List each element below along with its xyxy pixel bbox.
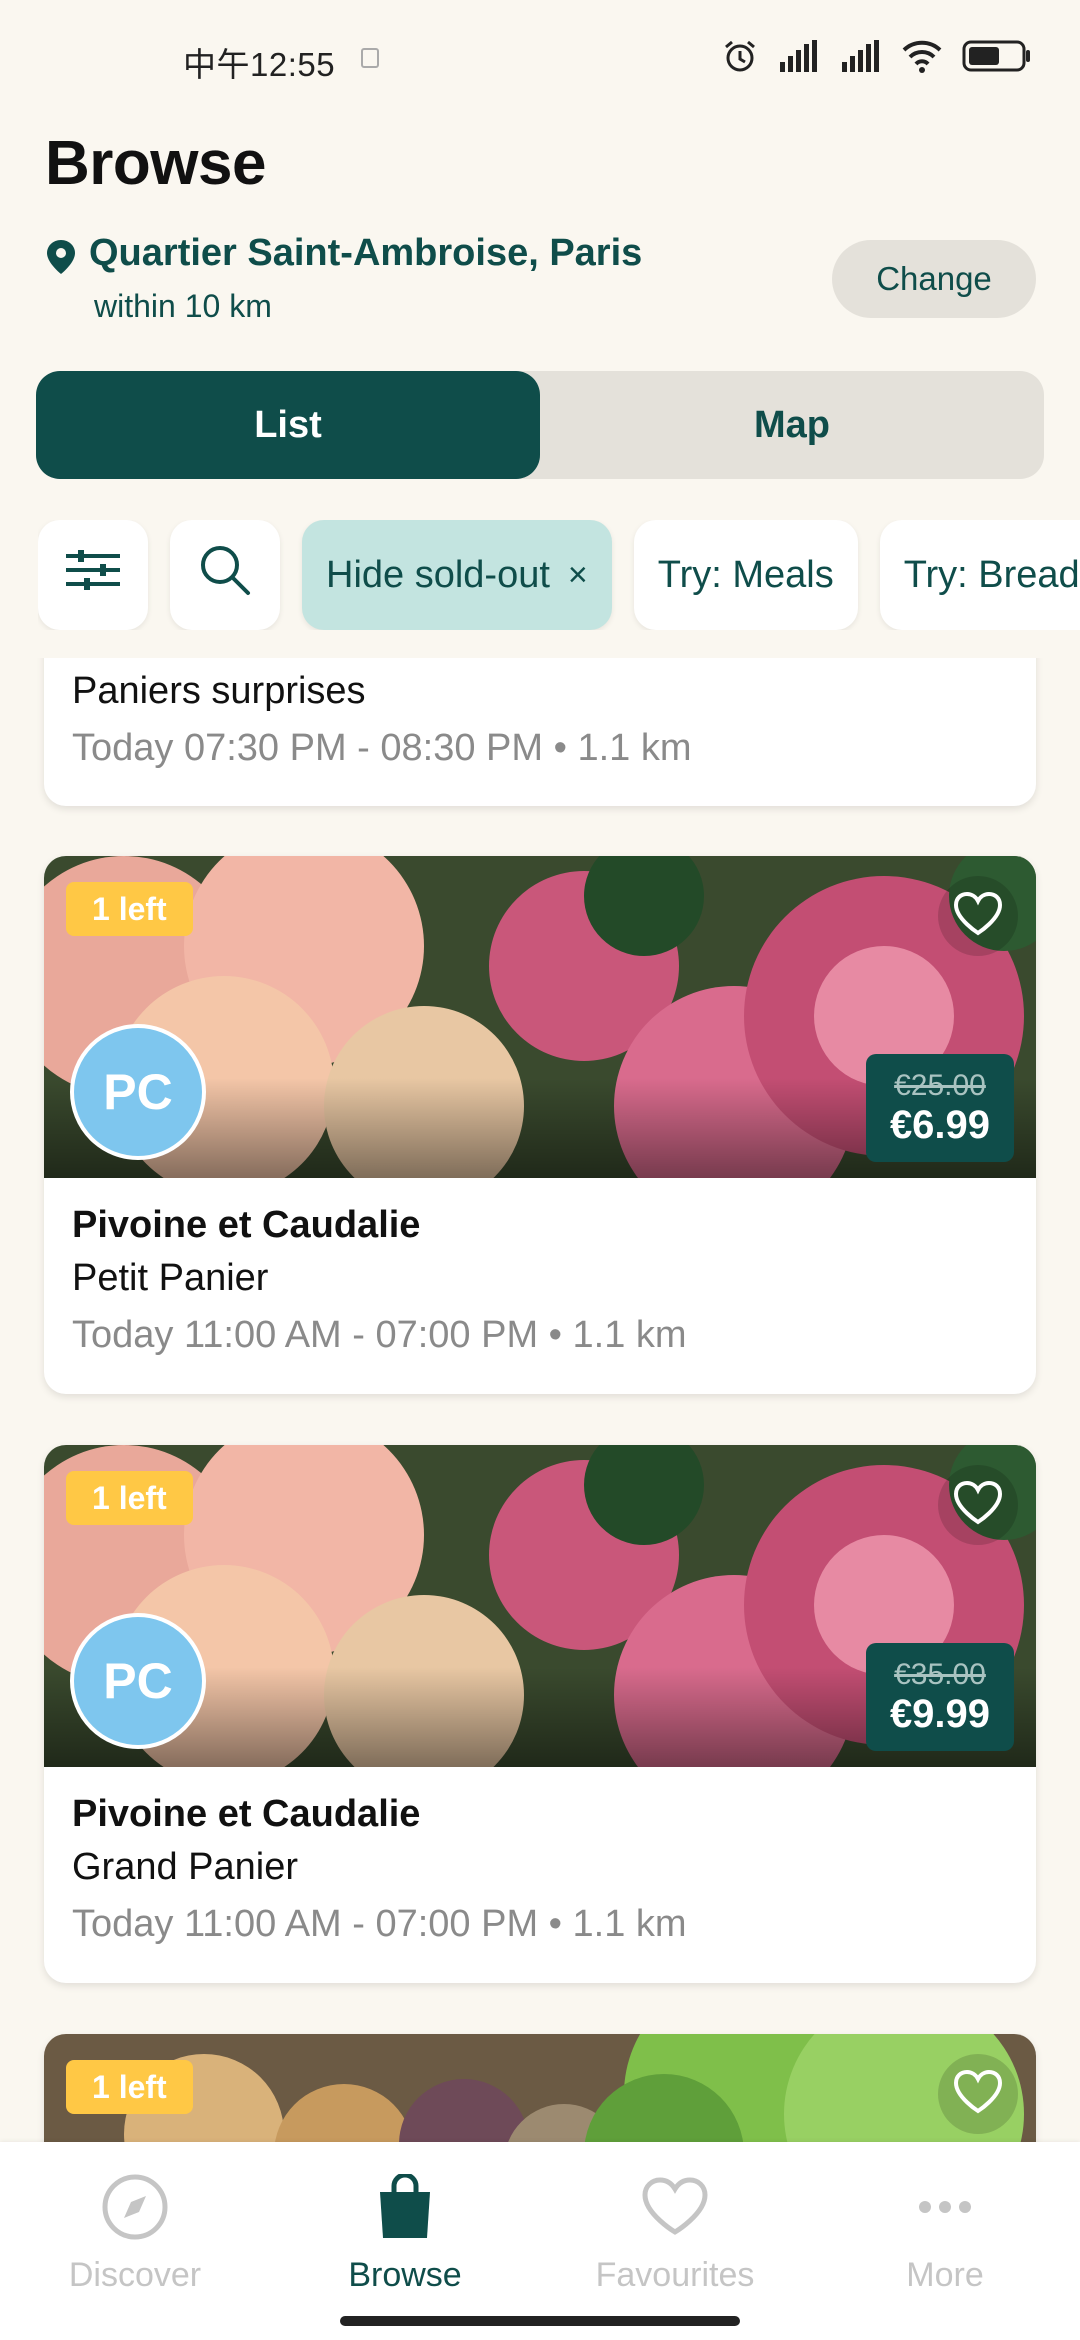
original-price: €25.00	[894, 1068, 986, 1102]
tab-favourites[interactable]: Favourites	[540, 2166, 810, 2295]
location-radius: within 10 km	[94, 288, 272, 324]
alarm-icon	[722, 38, 758, 74]
tab-label: Favourites	[595, 2256, 755, 2294]
close-icon[interactable]: ×	[568, 556, 588, 595]
search-button[interactable]	[170, 520, 280, 630]
signal-icon	[838, 38, 882, 74]
chip-try-meals[interactable]: Try: Meals	[633, 520, 858, 630]
tab-discover[interactable]: Discover	[0, 2166, 270, 2295]
heart-icon	[952, 2069, 1004, 2120]
favourite-button[interactable]	[938, 876, 1018, 956]
compass-icon	[100, 2166, 170, 2248]
stock-badge: 1 left	[66, 882, 193, 936]
tab-more[interactable]: More	[810, 2166, 1080, 2295]
change-location-button[interactable]: Change	[832, 240, 1036, 318]
filter-settings-button[interactable]	[38, 520, 148, 630]
tab-list[interactable]: List	[36, 371, 540, 479]
item-name: Paniers surprises	[72, 670, 366, 712]
status-icons	[722, 38, 1032, 74]
tab-label: Browse	[348, 2256, 462, 2294]
chip-try-bread[interactable]: Try: Bread	[879, 520, 1080, 630]
filter-bar: Hide sold-out × Try: Meals Try: Bread	[38, 520, 1080, 630]
listing-card[interactable]: 1 left PC €25.00 €6.99 Pivoine et Caudal…	[44, 856, 1036, 1394]
store-image: 1 left PC €25.00 €6.99	[44, 856, 1036, 1178]
pickup-time: Today 11:00 AM - 07:00 PM • 1.1 km	[72, 1314, 687, 1356]
status-time: 中午12:55	[183, 46, 336, 83]
sim-icon	[361, 48, 379, 68]
current-price: €6.99	[889, 1102, 991, 1147]
listing-card[interactable]: 1 left PC €35.00 €9.99 Pivoine et Caudal…	[44, 1445, 1036, 1983]
store-logo: PC	[70, 1613, 206, 1749]
favourite-button[interactable]	[938, 2054, 1018, 2134]
tab-label: Discover	[68, 2256, 202, 2294]
listing-card[interactable]: 1 left	[44, 2034, 1036, 2142]
view-toggle: List Map	[36, 371, 1044, 479]
tab-browse[interactable]: Browse	[270, 2166, 540, 2295]
bottom-tab-bar: Discover Browse Favourites More	[0, 2142, 1080, 2340]
original-price: €35.00	[894, 1657, 986, 1691]
store-image: 1 left	[44, 2034, 1036, 2142]
listing-scroll[interactable]: Paniers surprises Today 07:30 PM - 08:30…	[0, 658, 1080, 2142]
page-title: Browse	[45, 129, 266, 198]
stock-badge: 1 left	[66, 1471, 193, 1525]
price-tag: €35.00 €9.99	[866, 1643, 1014, 1751]
store-name: Pivoine et Caudalie	[72, 1793, 421, 1835]
item-name: Petit Panier	[72, 1257, 269, 1299]
stock-badge: 1 left	[66, 2060, 193, 2114]
current-price: €9.99	[889, 1691, 991, 1736]
location-name[interactable]: Quartier Saint-Ambroise, Paris	[89, 232, 642, 275]
pickup-time: Today 11:00 AM - 07:00 PM • 1.1 km	[72, 1903, 687, 1945]
heart-icon	[640, 2166, 710, 2248]
tab-label: More	[906, 2256, 984, 2294]
item-name: Grand Panier	[72, 1846, 299, 1888]
store-logo: PC	[70, 1024, 206, 1160]
battery-icon	[962, 38, 1032, 74]
search-icon	[198, 543, 252, 607]
tab-map[interactable]: Map	[540, 371, 1044, 479]
location-pin-icon	[44, 238, 78, 281]
status-bar: 中午12:55	[0, 0, 1080, 120]
more-icon	[915, 2166, 975, 2248]
favourite-button[interactable]	[938, 1465, 1018, 1545]
store-name: Pivoine et Caudalie	[72, 1204, 421, 1246]
heart-icon	[952, 1480, 1004, 1531]
bag-icon	[374, 2166, 436, 2248]
signal-hd-icon	[776, 38, 820, 74]
chip-label: Hide sold-out	[326, 553, 550, 596]
pickup-time: Today 07:30 PM - 08:30 PM • 1.1 km	[72, 727, 692, 769]
home-indicator[interactable]	[340, 2316, 740, 2326]
heart-icon	[952, 891, 1004, 942]
chip-hide-sold-out[interactable]: Hide sold-out ×	[302, 520, 612, 630]
listing-card[interactable]: Paniers surprises Today 07:30 PM - 08:30…	[44, 658, 1036, 806]
wifi-icon	[900, 38, 944, 74]
price-tag: €25.00 €6.99	[866, 1054, 1014, 1162]
sliders-icon	[64, 548, 122, 602]
store-image: 1 left PC €35.00 €9.99	[44, 1445, 1036, 1767]
